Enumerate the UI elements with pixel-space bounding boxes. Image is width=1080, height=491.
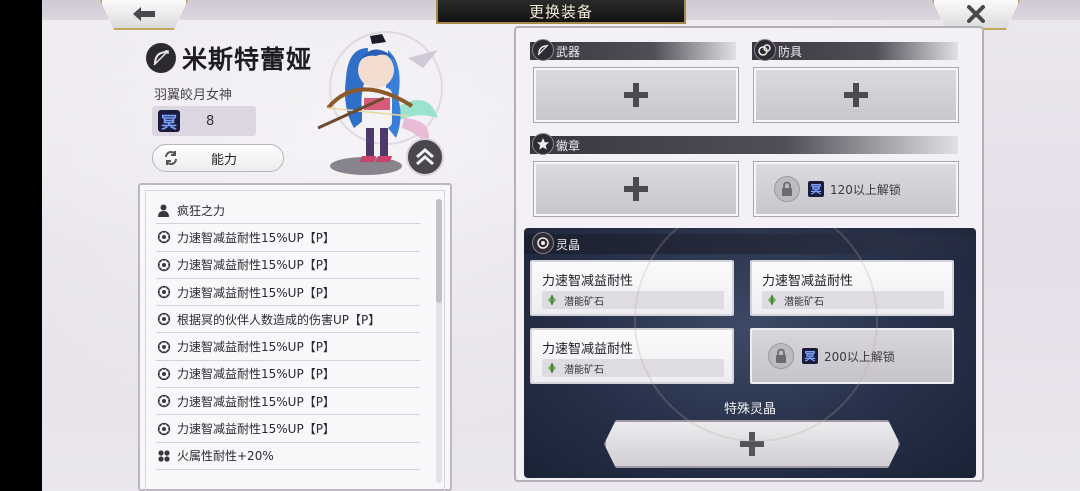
equipment-screen: 更换装备 米斯特蕾娅 羽翼皎月女神 冥 8 能力 疯狂之力 力速智减益耐性15%…	[42, 0, 1080, 491]
skill-label: 力速智减益耐性15%UP【P】	[177, 394, 335, 409]
skills-container: 疯狂之力力速智减益耐性15%UP【P】 力速智减益耐性15%UP【P】 力速智减益耐…	[140, 197, 450, 470]
ore-icon	[548, 295, 556, 305]
lock-icon	[768, 343, 794, 369]
skill-label: 疯狂之力	[177, 203, 226, 218]
crystal-slot-2[interactable]: 力速智减益耐性 潜能矿石	[750, 260, 954, 316]
crystal-type: 潜能矿石	[762, 291, 944, 309]
armor-label: 防具	[778, 44, 803, 59]
rank-icon: 冥	[808, 181, 824, 197]
character-subtitle: 羽翼皎月女神	[154, 88, 233, 103]
crystal-section-header: 灵晶	[524, 232, 976, 254]
skills-list[interactable]: 疯狂之力力速智减益耐性15%UP【P】 力速智减益耐性15%UP【P】 力速智减益耐…	[138, 183, 452, 491]
armor-slot[interactable]	[753, 67, 959, 123]
ore-icon	[548, 363, 556, 373]
skill-label: 力速智减益耐性15%UP【P】	[177, 258, 335, 273]
ability-button[interactable]: 能力	[152, 144, 284, 172]
scrollbar-thumb[interactable]	[436, 199, 442, 303]
skill-row[interactable]: 根据冥的伙伴人数造成的伤害UP【P】	[156, 306, 420, 334]
crystal-unlock-text: 200以上解锁	[824, 349, 895, 364]
close-icon	[967, 5, 985, 23]
badge-slot-locked: 冥 120以上解锁	[753, 161, 959, 217]
crystal-name: 力速智减益耐性	[762, 274, 854, 289]
gear-icon	[156, 339, 171, 354]
skill-label: 力速智减益耐性15%UP【P】	[177, 367, 335, 382]
skill-row[interactable]: 力速智减益耐性15%UP【P】	[156, 361, 420, 389]
weapon-label: 武器	[556, 44, 581, 59]
crystal-type-label: 潜能矿石	[784, 296, 824, 308]
crystal-type-label: 潜能矿石	[564, 296, 604, 308]
gear-icon	[156, 230, 171, 245]
person-icon	[156, 203, 171, 218]
gear-icon	[156, 257, 171, 272]
level-box: 冥 8	[152, 106, 256, 136]
plus-icon	[624, 177, 648, 201]
armor-section-header: 防具	[752, 39, 958, 61]
crystal-type-label: 潜能矿石	[564, 364, 604, 376]
skill-label: 力速智减益耐性15%UP【P】	[177, 422, 335, 437]
skills-scrollbar[interactable]	[436, 199, 442, 483]
skill-row[interactable]: 力速智减益耐性15%UP【P】	[156, 333, 420, 361]
crystal-slot-locked: 冥 200以上解锁	[750, 328, 954, 384]
gear-icon	[156, 366, 171, 381]
skill-row[interactable]: 力速智减益耐性15%UP【P】	[156, 415, 420, 443]
expand-button[interactable]	[406, 138, 444, 176]
crystal-type: 潜能矿石	[542, 359, 724, 377]
skill-label: 力速智减益耐性15%UP【P】	[177, 285, 335, 300]
skill-label: 火属性耐性+20%	[177, 449, 274, 464]
crystal-name: 力速智减益耐性	[542, 342, 634, 357]
element-icon	[156, 448, 171, 463]
weapon-icon	[532, 39, 554, 61]
badge-unlock-text: 120以上解锁	[830, 182, 901, 197]
armor-icon	[754, 39, 776, 61]
badge-icon	[532, 133, 554, 155]
plus-icon	[844, 83, 868, 107]
crystal-slot-3[interactable]: 力速智减益耐性 潜能矿石	[530, 328, 734, 384]
skill-label: 根据冥的伙伴人数造成的伤害UP【P】	[177, 312, 381, 327]
back-button[interactable]	[100, 0, 188, 30]
gear-icon	[156, 421, 171, 436]
crystal-section-label: 灵晶	[556, 237, 581, 252]
chevron-up-icon	[416, 148, 434, 166]
gear-icon	[156, 394, 171, 409]
arrow-left-icon	[133, 7, 155, 21]
skill-row[interactable]: 力速智减益耐性15%UP【P】	[156, 388, 420, 416]
rank-icon: 冥	[158, 110, 180, 132]
crystal-icon	[532, 232, 554, 254]
lock-icon	[774, 176, 800, 202]
weapon-slot[interactable]	[533, 67, 739, 123]
skill-row[interactable]: 疯狂之力	[156, 197, 420, 225]
rank-icon: 冥	[802, 348, 818, 364]
ore-icon	[768, 295, 776, 305]
special-crystal-label: 特殊灵晶	[723, 402, 776, 417]
equipment-panel: 武器 防具 徽章 冥 120以上解锁 灵晶 力速智减益耐性 潜能矿石 力速智减益…	[514, 26, 984, 482]
skill-label: 力速智减益耐性15%UP【P】	[177, 340, 335, 355]
gear-icon	[156, 285, 171, 300]
weapon-section-header: 武器	[530, 39, 736, 61]
special-crystal-slot[interactable]	[604, 420, 900, 468]
skill-row[interactable]: 力速智减益耐性15%UP【P】	[156, 252, 420, 279]
skill-row[interactable]: 力速智减益耐性15%UP【P】	[156, 279, 420, 307]
plus-icon	[624, 83, 648, 107]
skill-row[interactable]: 力速智减益耐性15%UP【P】	[156, 224, 420, 252]
spirit-crystal-section: 灵晶 力速智减益耐性 潜能矿石 力速智减益耐性 潜能矿石 力速智减益耐性 潜能矿…	[524, 228, 976, 478]
crystal-slot-1[interactable]: 力速智减益耐性 潜能矿石	[530, 260, 734, 316]
badge-label: 徽章	[556, 138, 581, 153]
gear-icon	[156, 312, 171, 327]
crystal-name: 力速智减益耐性	[542, 274, 634, 289]
badge-section-header: 徽章	[530, 133, 958, 155]
plus-icon	[740, 432, 764, 456]
crystal-type: 潜能矿石	[542, 291, 724, 309]
level-value: 8	[206, 113, 215, 129]
bow-class-icon	[146, 43, 176, 73]
skill-label: 力速智减益耐性15%UP【P】	[177, 230, 335, 245]
sync-icon	[165, 151, 177, 165]
page-title: 更换装备	[436, 0, 686, 24]
ability-button-label: 能力	[211, 152, 238, 168]
skill-row[interactable]: 火属性耐性+20%	[156, 443, 420, 470]
badge-slot[interactable]	[533, 161, 739, 217]
